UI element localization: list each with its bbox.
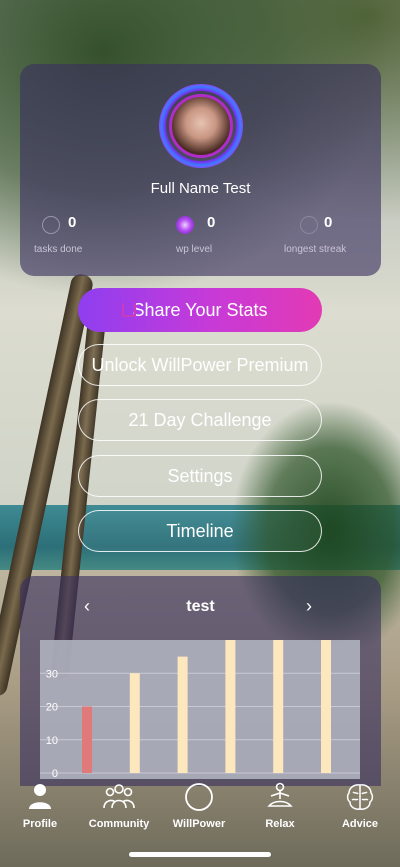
y-tick-label: 20	[46, 702, 58, 714]
tab-relax[interactable]: Relax	[240, 782, 320, 830]
tab-label: Profile	[22, 818, 58, 830]
tab-label: Relax	[265, 818, 295, 830]
y-tick-label: 10	[46, 735, 58, 747]
group-icon	[103, 784, 135, 809]
y-tick-label: 0	[52, 768, 58, 780]
y-tick-label: 30	[46, 668, 58, 680]
circle-icon	[185, 783, 213, 811]
chart-bar	[321, 640, 331, 773]
tab-profile[interactable]: Profile	[0, 782, 80, 830]
tab-label: WillPower	[172, 818, 226, 830]
home-indicator	[129, 852, 271, 857]
tab-community[interactable]: Community	[79, 782, 159, 830]
tab-willpower[interactable]: WillPower	[159, 782, 239, 830]
tab-label: Advice	[341, 818, 379, 830]
bar-chart: 0 10 20 30	[40, 640, 360, 780]
brain-icon	[346, 784, 374, 810]
meditation-icon	[267, 782, 293, 807]
person-icon	[29, 784, 51, 809]
chart-bar	[273, 640, 284, 773]
tab-advice[interactable]: Advice	[320, 782, 400, 830]
chart-bar	[82, 706, 92, 773]
chart-bar	[177, 656, 188, 773]
chart-bar	[225, 640, 236, 773]
chart-bar	[129, 673, 140, 773]
tab-label: Community	[88, 818, 150, 830]
